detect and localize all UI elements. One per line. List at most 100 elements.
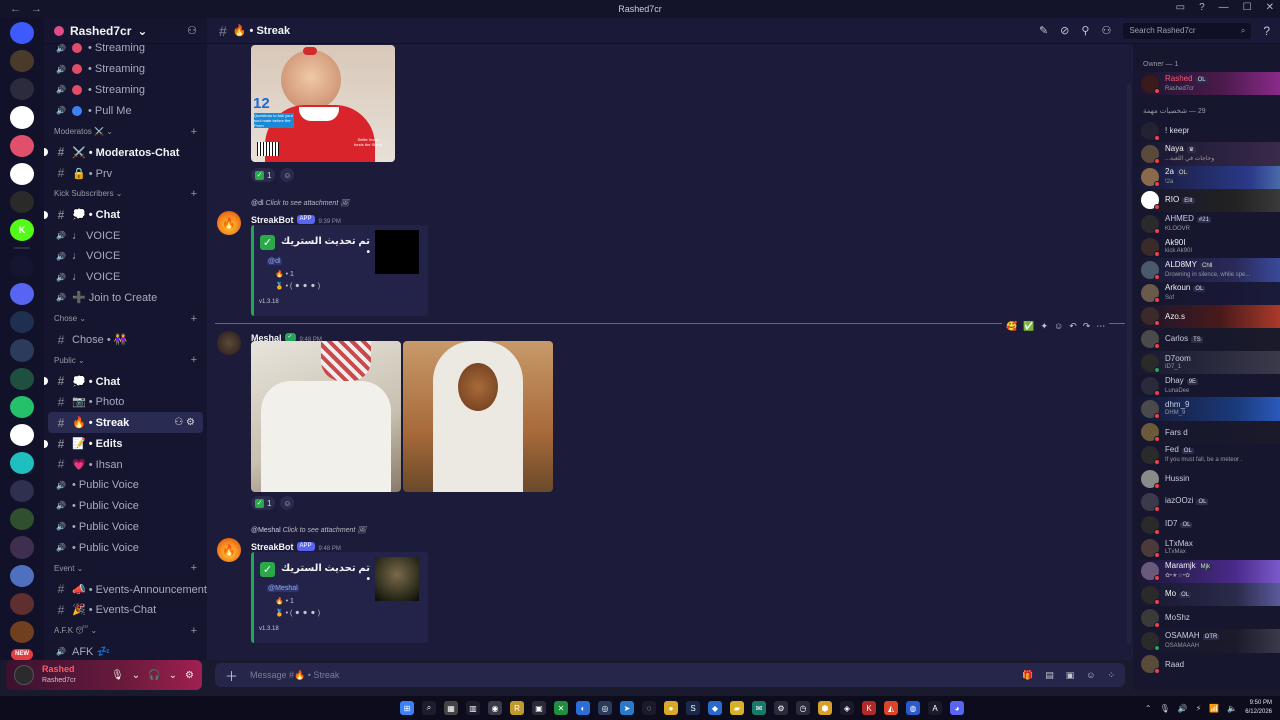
taskbar-app-icon[interactable]: ▦ xyxy=(444,701,458,715)
more-icon[interactable]: ⋯ xyxy=(1096,321,1105,332)
taskbar-app-icon[interactable]: ● xyxy=(664,701,678,715)
server-icon[interactable] xyxy=(10,50,34,73)
taskbar-app-icon[interactable]: ◌ xyxy=(642,701,656,715)
taskbar-app-icon[interactable]: ▥ xyxy=(466,701,480,715)
emoji-icon[interactable]: ☺ xyxy=(1086,670,1095,681)
taskbar-app-icon[interactable]: R xyxy=(510,701,524,715)
taskbar-app-icon[interactable]: ◆ xyxy=(708,701,722,715)
start-icon[interactable]: ⊞ xyxy=(400,701,414,715)
member-row[interactable]: LTxMax LTxMax xyxy=(1133,537,1280,560)
create-channel-plus-icon[interactable]: + xyxy=(191,313,197,325)
gif-icon[interactable]: ▤ xyxy=(1045,670,1054,681)
server-icon[interactable] xyxy=(10,564,34,587)
taskbar-app-icon[interactable]: S xyxy=(686,701,700,715)
chevron-down-icon[interactable]: ⌄ xyxy=(169,670,177,681)
voice-channel[interactable]: 🔊 • Public Voice xyxy=(44,496,207,517)
channel-category[interactable]: Kick Subscribers ⌄ + xyxy=(44,184,207,205)
voice-channel[interactable]: 🔊 ➕ Join to Create xyxy=(44,288,207,309)
member-row[interactable]: Fed OL If you must fall, be a meteor . xyxy=(1133,444,1280,467)
scrollbar[interactable] xyxy=(1127,84,1131,644)
member-row[interactable]: MoShz xyxy=(1133,606,1280,629)
avatar[interactable] xyxy=(14,665,34,685)
member-row[interactable]: ! keepr xyxy=(1133,119,1280,142)
member-row[interactable]: RIO Elit xyxy=(1133,188,1280,212)
text-channel[interactable]: # 💗 • Ihsan xyxy=(44,454,207,475)
server-icon[interactable] xyxy=(10,78,34,101)
taskbar-app-icon[interactable]: A xyxy=(928,701,942,715)
sticker-icon[interactable]: ▣ xyxy=(1066,670,1075,681)
battery-icon[interactable]: ⚡ xyxy=(1196,704,1202,713)
taskbar-app-icon[interactable]: K xyxy=(862,701,876,715)
server-icon[interactable] xyxy=(10,592,34,615)
server-icon[interactable] xyxy=(10,106,34,129)
text-channel[interactable]: # Chose • 👭 xyxy=(44,329,207,350)
server-icon[interactable] xyxy=(10,283,34,306)
member-row[interactable]: Azo.s xyxy=(1133,304,1280,328)
taskbar-app-icon[interactable]: ◕ xyxy=(950,701,964,715)
taskbar-app-icon[interactable]: ⬢ xyxy=(818,701,832,715)
member-row[interactable]: ID7 OL xyxy=(1133,513,1280,536)
taskbar-app-icon[interactable]: ◎ xyxy=(598,701,612,715)
member-row[interactable]: Mo OL xyxy=(1133,582,1280,607)
voice-channel[interactable]: 🔊 • Streaming xyxy=(44,38,207,59)
member-row[interactable]: Carlos TS xyxy=(1133,327,1280,352)
member-row[interactable]: iazOOzi OL xyxy=(1133,490,1280,513)
create-channel-plus-icon[interactable]: + xyxy=(191,625,197,637)
emoji-icon[interactable]: 🥰 xyxy=(1006,321,1017,332)
clock[interactable]: 9:50 PM 6/12/2026 xyxy=(1245,699,1272,717)
server-icon[interactable] xyxy=(10,536,34,559)
taskbar-app-icon[interactable]: ✕ xyxy=(554,701,568,715)
voice-channel[interactable]: 🔊 • Public Voice xyxy=(44,537,207,558)
server-icon[interactable] xyxy=(10,311,34,334)
server-icon[interactable] xyxy=(10,22,34,45)
member-row[interactable]: Fars d xyxy=(1133,420,1280,444)
attachment-image[interactable] xyxy=(251,341,401,492)
text-channel[interactable]: # 🔒 • Prv xyxy=(44,163,207,184)
server-icon[interactable] xyxy=(10,480,34,503)
taskbar-app-icon[interactable]: ◭ xyxy=(884,701,898,715)
pin-icon[interactable]: ⚲ xyxy=(1081,24,1089,37)
server-icon[interactable]: K xyxy=(10,218,34,242)
embed-mention[interactable]: @dl xyxy=(267,258,282,265)
member-row[interactable]: ALD8MY Chll Drowning in silence, while spe… xyxy=(1133,258,1280,282)
headphones-icon[interactable]: 🎧 xyxy=(148,670,160,681)
add-reaction-icon[interactable]: ☺ xyxy=(1054,321,1063,332)
voice-channel[interactable]: 🔊 • Public Voice xyxy=(44,516,207,537)
taskbar-app-icon[interactable]: ▰ xyxy=(730,701,744,715)
tray-chevron-icon[interactable]: ⌃ xyxy=(1145,704,1152,713)
taskbar-app-icon[interactable]: ➤ xyxy=(620,701,634,715)
text-channel[interactable]: # 💭 • Chat xyxy=(44,371,207,392)
members-icon[interactable]: ⚇ xyxy=(1101,24,1111,37)
voice-channel[interactable]: 🔊 • Streaming xyxy=(44,59,207,80)
message-input[interactable]: Message #🔥 • Streak xyxy=(250,670,339,681)
text-channel[interactable]: # ⚔️ • Moderatos-Chat xyxy=(44,142,207,163)
taskbar-app-icon[interactable]: ◈ xyxy=(840,701,854,715)
volume-icon[interactable]: 🔈 xyxy=(1227,704,1237,713)
member-row[interactable]: D7oom ID7_1 xyxy=(1133,351,1280,375)
text-channel[interactable]: # 📝 • Edits xyxy=(44,433,207,454)
server-icon[interactable] xyxy=(10,423,34,446)
voice-channel[interactable]: 🔊 ♩ VOICE xyxy=(44,267,207,288)
channel-category[interactable]: Public ⌄ + xyxy=(44,350,207,371)
text-channel[interactable]: # 💭 • Chat xyxy=(44,204,207,225)
reaction-check[interactable]: ✓ 1 xyxy=(251,168,276,182)
mention[interactable]: @dl xyxy=(267,258,282,265)
help-icon[interactable]: ? xyxy=(1199,2,1205,13)
reply-icon[interactable]: ↶ xyxy=(1069,321,1077,332)
taskbar-app-icon[interactable]: ⚙ xyxy=(774,701,788,715)
reaction-check[interactable]: ✓ 1 xyxy=(251,496,276,510)
voice-channel[interactable]: 🔊 • Streaming xyxy=(44,80,207,101)
member-row[interactable]: OSAMAH OTR OSAMAAAH xyxy=(1133,629,1280,653)
inbox-icon[interactable]: ▭ xyxy=(1176,2,1185,13)
person-add-icon[interactable]: ⚇ xyxy=(187,24,197,37)
member-row[interactable]: Arkoun OL Sof xyxy=(1133,281,1280,305)
channel-category[interactable]: A.F.K 😴 ⌄ + xyxy=(44,620,207,641)
chevron-down-icon[interactable]: ⌄ xyxy=(132,670,140,681)
minimize-button[interactable]: — xyxy=(1219,2,1229,13)
taskbar-app-icon[interactable]: ✉ xyxy=(752,701,766,715)
taskbar-app-icon[interactable]: ◷ xyxy=(796,701,810,715)
forward-icon[interactable]: ↷ xyxy=(1083,321,1091,332)
server-icon[interactable] xyxy=(10,254,34,278)
search-input[interactable]: Search Rashed7cr ⌕ xyxy=(1123,22,1252,39)
speaker-icon[interactable]: 🔊 xyxy=(1178,704,1188,713)
